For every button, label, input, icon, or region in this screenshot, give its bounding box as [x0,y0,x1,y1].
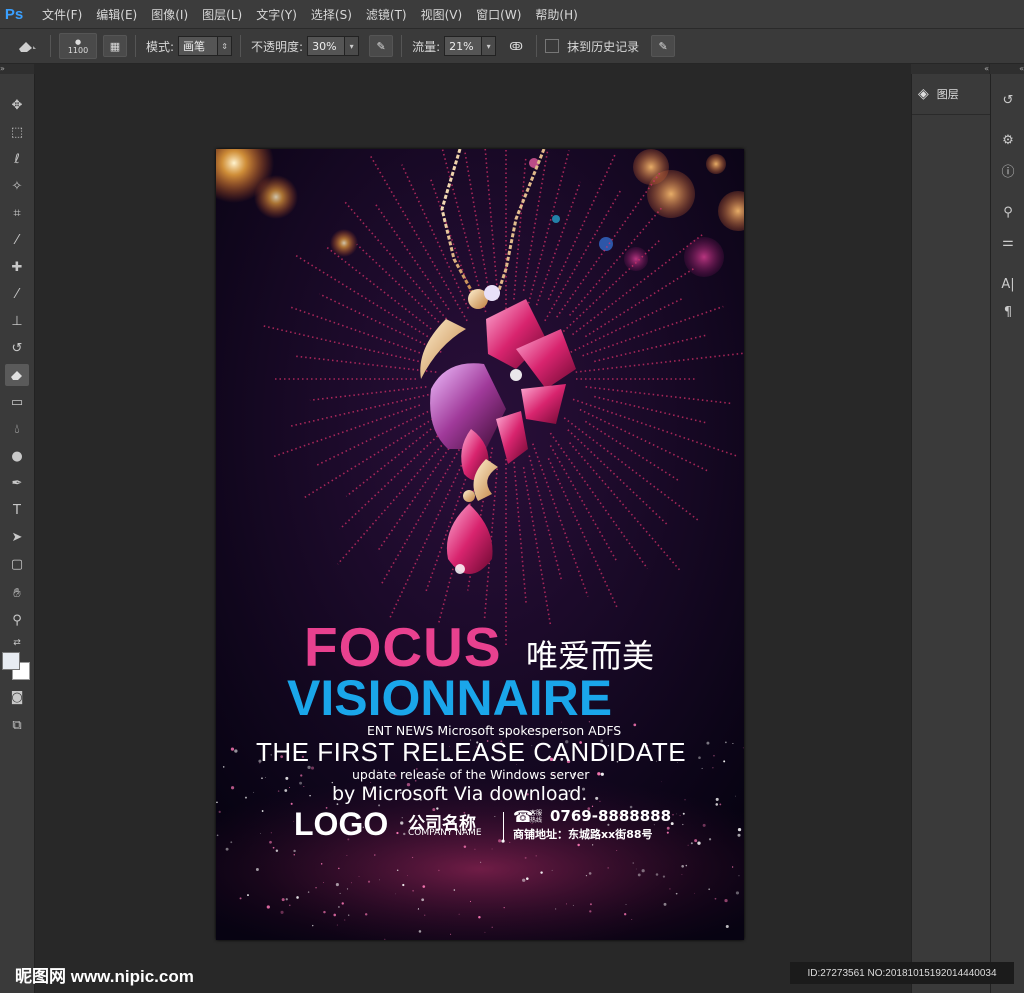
phone-label: 客服热线 [530,810,543,824]
crop-tool-icon[interactable]: ⌗ [5,202,29,224]
poster-canvas: FOCUS 唯爱而美 VISIONNAIRE ENT NEWS Microsof… [216,149,744,940]
eraser-tool-icon[interactable] [5,364,29,386]
move-tool-icon[interactable]: ✥ [5,94,29,116]
swap-colors-icon[interactable]: ⇄ [5,632,29,654]
menu-type[interactable]: 文字(Y) [256,6,297,23]
headline-visionnaire: VISIONNAIRE [287,670,613,726]
menu-window[interactable]: 窗口(W) [476,6,521,23]
brush-panel-icon[interactable]: ▦ [103,35,127,57]
flow-input[interactable]: 21% [444,36,483,56]
options-bar: ● 1100 ▦ 模式: 画笔 ⇕ 不透明度: 30% ▾ ✎ 流量: 21% … [0,29,1024,64]
menu-edit[interactable]: 编辑(E) [96,6,137,23]
toolbar-collapse-strip[interactable]: » [0,64,34,74]
chevron-down-icon[interactable]: ⇕ [218,36,233,56]
subtitle-ent-news: ENT NEWS Microsoft spokesperson ADFS [367,723,622,738]
foreground-color-swatch-top[interactable] [2,652,20,670]
menu-image[interactable]: 图像(I) [151,6,188,23]
erase-to-history-label: 抹到历史记录 [567,39,640,54]
menu-view[interactable]: 视图(V) [421,6,463,23]
panel-collapse-strip[interactable]: « [911,64,989,74]
panel-collapse-strip-2[interactable]: « [990,64,1024,74]
mode-select[interactable]: 画笔 [178,36,219,56]
pen-tool-icon[interactable]: ✒︎ [5,472,29,494]
menu-select[interactable]: 选择(S) [311,6,352,23]
clone-stamp-tool-icon[interactable]: ⊥ [5,310,29,332]
layers-label: 图层 [936,88,959,101]
healing-brush-tool-icon[interactable]: ✚ [5,256,29,278]
magic-wand-tool-icon[interactable]: ✧ [5,175,29,197]
properties-icon[interactable]: ⚙ [997,130,1019,150]
history-brush-tool-icon[interactable]: ↺ [5,337,29,359]
opacity-input[interactable]: 30% [307,36,346,56]
character-icon[interactable]: A| [997,274,1019,294]
subtitle-by-microsoft: by Microsoft Via download. [332,783,588,805]
image-id-watermark: ID:27273561 NO:20181015192014440034 [790,962,1014,984]
menu-bar: Ps 文件(F) 编辑(E) 图像(I) 图层(L) 文字(Y) 选择(S) 滤… [0,0,1024,29]
divider [503,812,504,842]
brush-size-picker[interactable]: ● 1100 [59,33,97,59]
airbrush-icon[interactable]: ↂ [504,35,528,57]
pressure-opacity-icon[interactable]: ✎ [369,35,394,57]
eyedropper-tool-icon[interactable]: ⁄ [5,229,29,251]
menu-filter[interactable]: 滤镜(T) [366,6,407,23]
gradient-tool-icon[interactable]: ▭ [5,391,29,413]
chevron-down-icon[interactable]: ▾ [482,36,497,56]
phone-number: 0769-8888888 [550,807,672,825]
shape-tool-icon[interactable]: ▢ [5,553,29,575]
layers-icon: ◈ [918,86,929,102]
path-selection-tool-icon[interactable]: ➤ [5,526,29,548]
layers-panel-tab[interactable]: ◈ 图层 [918,86,959,102]
history-icon[interactable]: ↺ [997,90,1019,110]
company-logo-text: LOGO [294,806,389,842]
opacity-label: 不透明度: [251,39,304,54]
marquee-tool-icon[interactable]: ⬚ [5,121,29,143]
panel-icon-strip: ↺ ⚙ ⓘ ⚲ ⚌ A| ¶ [990,74,1024,993]
photoshop-logo: Ps [4,5,24,23]
mode-label: 模式: [146,39,175,54]
paragraph-icon[interactable]: ¶ [997,302,1019,322]
chevron-down-icon[interactable]: ▾ [345,36,360,56]
flow-label: 流量: [412,39,441,54]
brushes-icon[interactable]: ⚲ [997,202,1019,222]
pressure-size-icon[interactable]: ✎ [651,35,676,57]
eraser-tool-preset-icon[interactable] [12,35,42,57]
info-icon[interactable]: ⓘ [997,160,1019,180]
panel-dock: ◈ 图层 [911,74,990,993]
zoom-tool-icon[interactable]: ⚲ [5,609,29,631]
menu-file[interactable]: 文件(F) [42,6,82,23]
brush-size-value: 1100 [67,45,89,55]
quick-mask-icon[interactable]: ◙ [5,686,29,708]
erase-to-history-checkbox[interactable] [545,39,560,53]
type-tool-icon[interactable]: T [5,499,29,521]
subtitle-update: update release of the Windows server [352,767,590,782]
shop-address: 商铺地址：东城路xx街88号 [513,828,653,841]
dodge-tool-icon[interactable]: ● [5,445,29,467]
subtitle-release: THE FIRST RELEASE CANDIDATE [256,737,687,767]
brush-tool-icon[interactable]: ⁄ [5,283,29,305]
screen-mode-icon[interactable]: ⧉ [5,714,29,736]
tools-panel: ✥ ⬚ ℓ ✧ ⌗ ⁄ ✚ ⁄ ⊥ ↺ ▭ 💧︎ ● ✒︎ T ➤ ▢ ✋︎ ⚲… [0,74,35,993]
menu-help[interactable]: 帮助(H) [535,6,577,23]
blur-tool-icon[interactable]: 💧︎ [5,418,29,440]
nipic-watermark: 昵图网 www.nipic.com [15,967,194,986]
company-name-en: COMPANY NAME [408,828,482,838]
hand-tool-icon[interactable]: ✋︎ [5,582,29,604]
menu-layer[interactable]: 图层(L) [202,6,242,23]
adjustments-icon[interactable]: ⚌ [997,232,1019,252]
lasso-tool-icon[interactable]: ℓ [5,148,29,170]
